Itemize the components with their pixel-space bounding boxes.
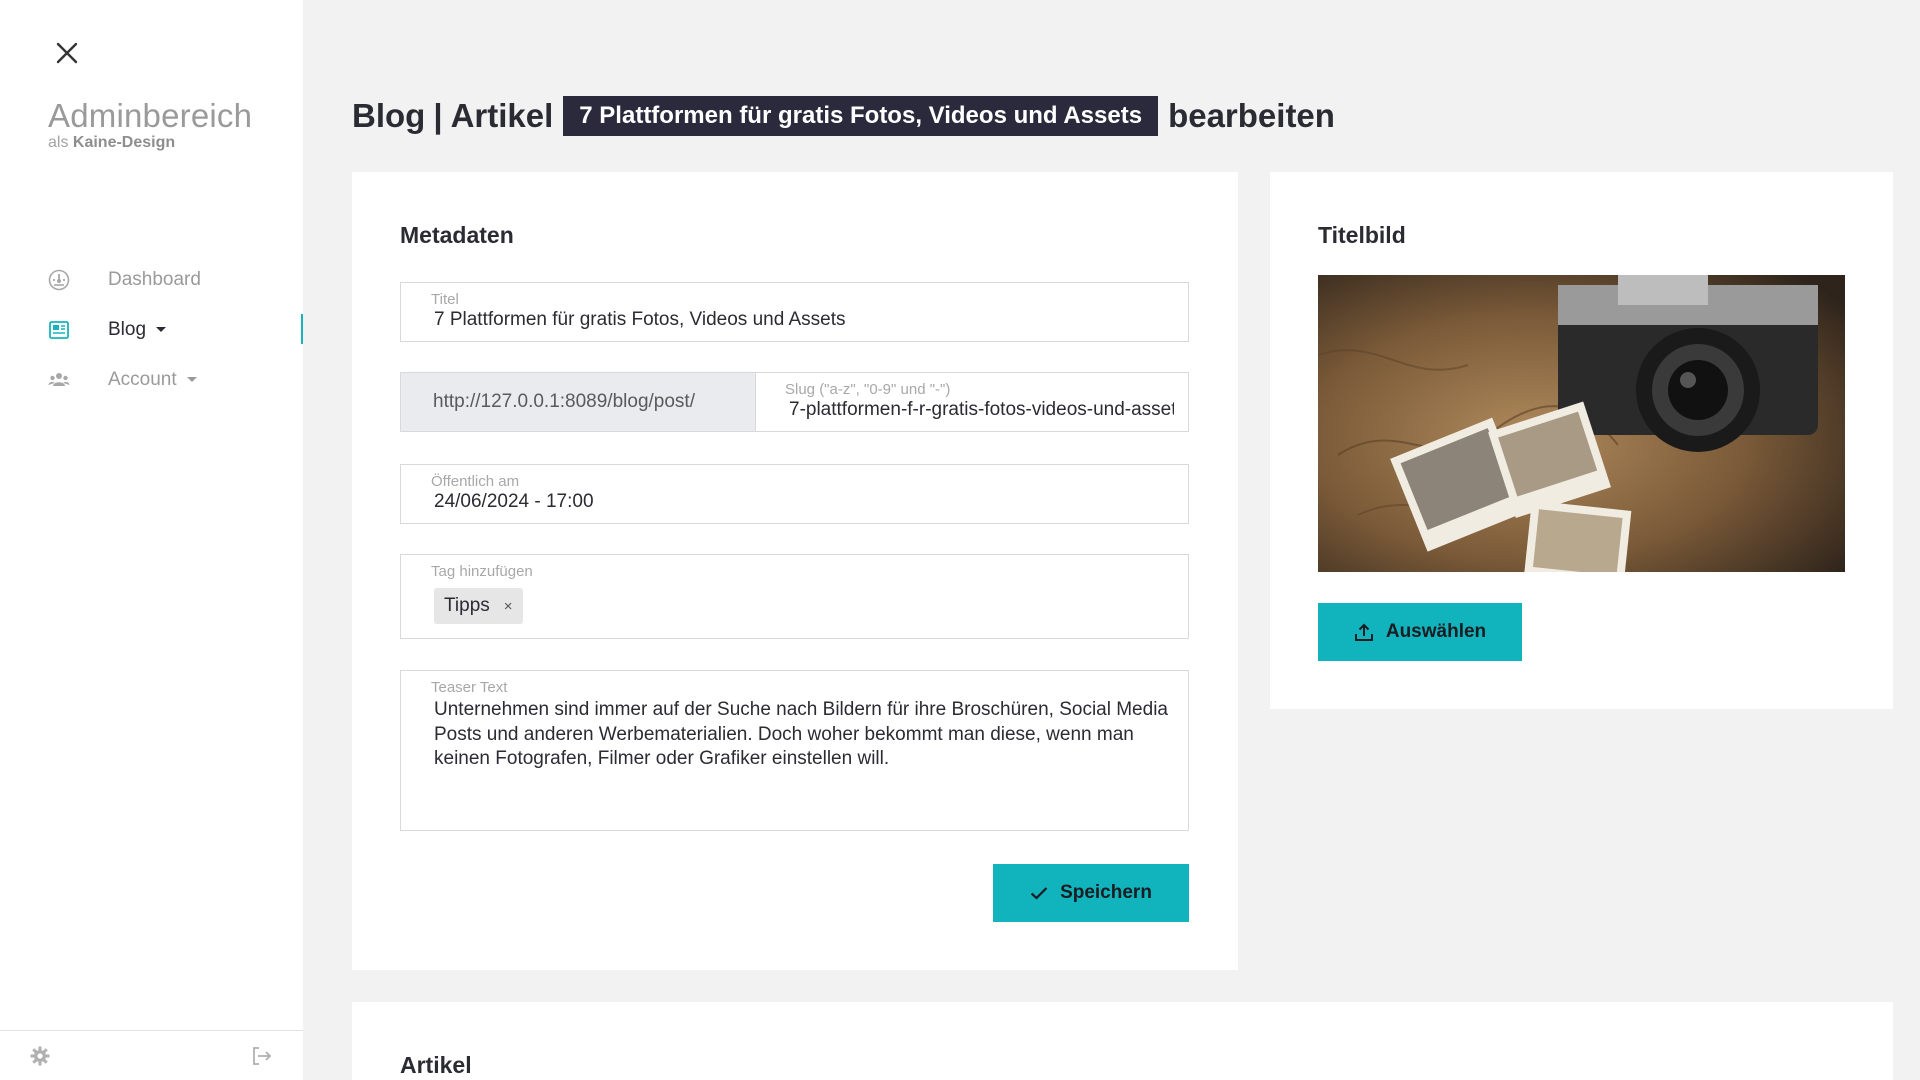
published-value[interactable]: 24/06/2024 - 17:00 (434, 491, 594, 513)
metadata-card: Metadaten Titel 7 Plattformen für gratis… (352, 172, 1238, 970)
users-icon (48, 369, 70, 391)
sidebar-item-account[interactable]: Account (0, 355, 303, 405)
sidebar-nav: Dashboard Blog Account (0, 255, 303, 405)
slug-prefix: http://127.0.0.1:8089/blog/post/ (401, 373, 756, 431)
close-sidebar-button[interactable] (50, 36, 84, 70)
tag-chip: Tipps × (434, 588, 523, 624)
brand-user: Kaine-Design (72, 134, 176, 151)
select-image-button[interactable]: Auswählen (1318, 603, 1522, 661)
sidebar-item-dashboard[interactable]: Dashboard (0, 255, 303, 305)
upload-icon (1354, 622, 1374, 642)
tags-label: Tag hinzufügen (431, 563, 533, 580)
title-field[interactable]: Titel 7 Plattformen für gratis Fotos, Vi… (400, 282, 1189, 342)
chevron-down-icon (186, 377, 197, 383)
sidebar-item-account-text: Account (108, 369, 177, 390)
page-title-section: Blog (352, 97, 426, 134)
cover-image-card: Titelbild Auswählen (1270, 172, 1893, 709)
article-card: Artikel (352, 1002, 1893, 1080)
brand-title: Adminbereich (48, 97, 253, 134)
tag-label: Tipps (444, 595, 490, 616)
save-button[interactable]: Speichern (993, 864, 1189, 922)
slug-value[interactable]: 7-plattformen-f-r-gratis-fotos-videos-un… (789, 399, 1174, 421)
title-label: Titel (431, 291, 459, 308)
tags-field[interactable]: Tag hinzufügen Tipps × (400, 554, 1189, 639)
article-heading: Artikel (400, 1052, 472, 1078)
teaser-value[interactable]: Unternehmen sind immer auf der Suche nac… (434, 698, 1174, 772)
slug-input[interactable]: Slug ("a-z", "0-9" und "-") 7-plattforme… (756, 373, 1188, 431)
brand: Adminbereich als Kaine-Design (48, 98, 252, 152)
article-title-badge: 7 Plattformen für gratis Fotos, Videos u… (563, 96, 1159, 136)
page-title-divider: | (433, 97, 443, 134)
slug-field: http://127.0.0.1:8089/blog/post/ Slug ("… (400, 372, 1189, 432)
save-button-label: Speichern (1060, 882, 1152, 903)
page-title-action: bearbeiten (1168, 97, 1335, 134)
page-title: Blog | Artikel 7 Plattformen für gratis … (352, 96, 1335, 136)
title-value[interactable]: 7 Plattformen für gratis Fotos, Videos u… (434, 309, 846, 331)
sidebar-footer (0, 1030, 303, 1080)
sidebar-item-label: Account (108, 369, 197, 391)
slug-label: Slug ("a-z", "0-9" und "-") (785, 381, 951, 398)
cover-image (1318, 275, 1845, 572)
close-icon (56, 42, 78, 64)
chevron-down-icon (156, 327, 167, 333)
sidebar-item-blog[interactable]: Blog (0, 305, 303, 355)
select-image-label: Auswählen (1385, 621, 1487, 642)
remove-tag-button[interactable]: × (504, 598, 513, 615)
brand-subtitle: als Kaine-Design (48, 134, 252, 152)
sidebar-item-label: Blog (108, 319, 167, 341)
blog-icon (48, 319, 70, 341)
cover-heading: Titelbild (1318, 222, 1406, 248)
gear-icon[interactable] (30, 1046, 50, 1071)
sidebar-item-blog-text: Blog (108, 319, 147, 340)
published-date-field[interactable]: Öffentlich am 24/06/2024 - 17:00 (400, 464, 1189, 524)
logout-icon[interactable] (251, 1046, 273, 1071)
page-title-entity: Artikel (450, 97, 554, 134)
sidebar-item-label: Dashboard (108, 269, 201, 290)
check-icon (1030, 886, 1048, 900)
metadata-heading: Metadaten (400, 222, 514, 248)
dashboard-icon (48, 269, 70, 291)
sidebar: Adminbereich als Kaine-Design Dashboard … (0, 0, 303, 1080)
brand-prefix: als (48, 134, 69, 151)
teaser-field[interactable]: Teaser Text Unternehmen sind immer auf d… (400, 670, 1189, 831)
teaser-label: Teaser Text (431, 679, 508, 696)
published-label: Öffentlich am (431, 473, 520, 490)
